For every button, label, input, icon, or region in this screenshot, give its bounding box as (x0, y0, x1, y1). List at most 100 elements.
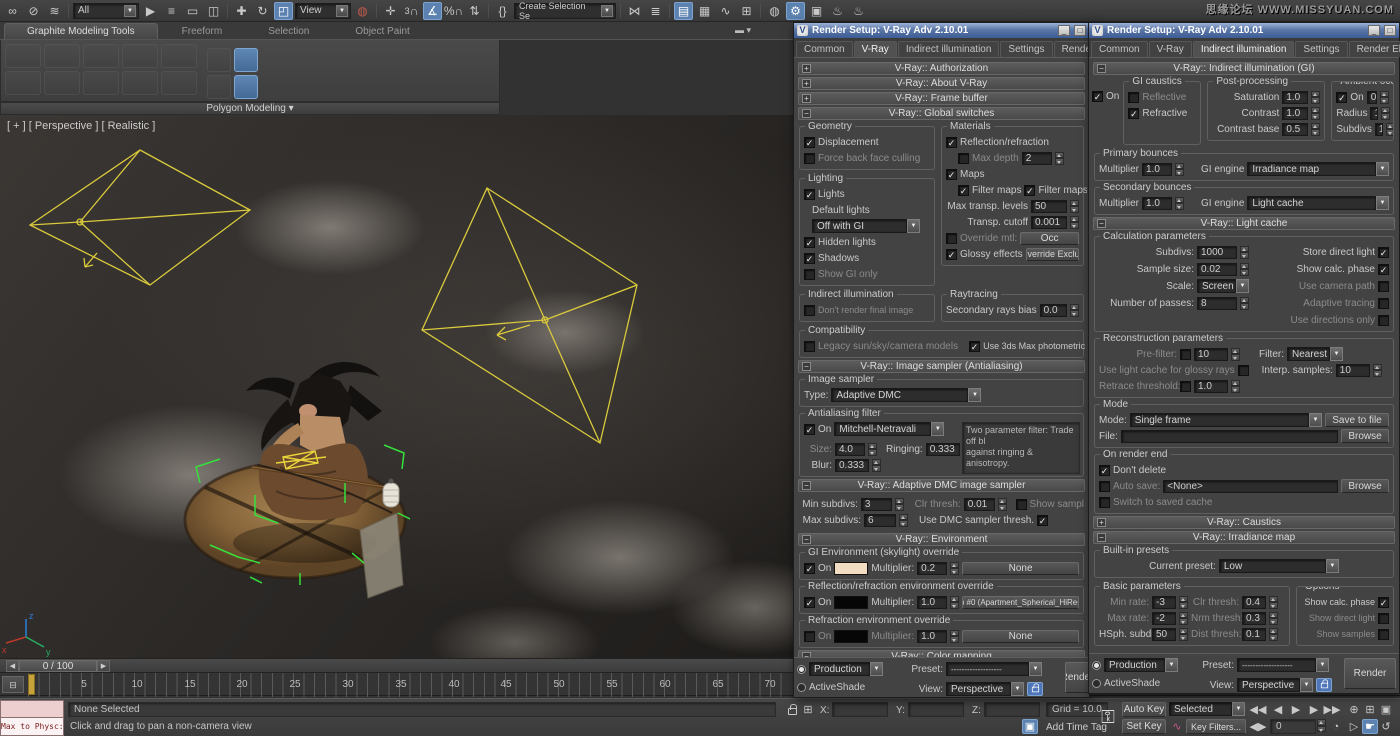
render-setup-icon[interactable]: ⚙ (786, 2, 805, 20)
time-slider[interactable]: ◀ 0 / 100 ▶ (6, 660, 110, 672)
quick-render-icon[interactable]: ♨ (849, 2, 868, 20)
go-to-end-icon[interactable]: ▶▶ (1324, 702, 1340, 717)
ribbon-tool-button[interactable] (207, 75, 231, 99)
current-frame-field[interactable]: 0 (1270, 719, 1316, 734)
spinner[interactable] (1269, 612, 1278, 625)
auto-key-key-icon[interactable]: ⚿ (1095, 704, 1121, 730)
retrace-field[interactable]: 1.0 (1194, 380, 1228, 393)
coord-z-field[interactable] (984, 702, 1040, 717)
tab-settings[interactable]: Settings (1295, 41, 1347, 57)
ribbon-tool-button[interactable] (161, 44, 197, 68)
selection-filter-dropdown[interactable]: All ▼ (73, 3, 139, 19)
ribbon-tab-graphite-modeling-tools[interactable]: Graphite Modeling Tools (4, 23, 158, 39)
rendered-frame-window-icon[interactable]: ▣ (807, 2, 826, 20)
transp-cutoff-field[interactable]: 0.001 (1031, 216, 1067, 229)
reflection-refraction-checkbox[interactable] (946, 137, 957, 148)
rollout-environment[interactable]: −V-Ray:: Environment (798, 533, 1085, 546)
spinner[interactable] (1311, 107, 1320, 120)
rollout-indirect-illumination[interactable]: −V-Ray:: Indirect illumination (GI) (1093, 62, 1395, 75)
ribbon-tool-button[interactable] (161, 71, 197, 95)
ribbon-tool-button-active[interactable] (234, 48, 258, 72)
spinner[interactable] (1175, 197, 1184, 210)
zoom-all-icon[interactable]: ⊞ (1362, 702, 1378, 717)
glossy-effects-checkbox[interactable] (946, 249, 957, 260)
dont-delete-checkbox[interactable] (1099, 465, 1110, 476)
spinner[interactable] (1055, 152, 1064, 165)
set-key-button[interactable]: Set Key (1122, 719, 1166, 734)
view-dropdown[interactable]: Perspective▼ (1237, 678, 1313, 692)
hidden-lights-checkbox[interactable] (804, 237, 815, 248)
spinner[interactable] (1179, 628, 1188, 641)
graphite-ribbon-toggle-icon[interactable]: ▦ (695, 2, 714, 20)
override-mtl-checkbox[interactable] (946, 233, 957, 244)
ribbon-tool-button[interactable] (83, 44, 119, 68)
coord-y-field[interactable] (908, 702, 964, 717)
spinner[interactable] (1070, 304, 1079, 317)
ribbon-tool-button[interactable] (44, 71, 80, 95)
lights-checkbox[interactable] (804, 189, 815, 200)
filter-maps-gi-checkbox[interactable] (1024, 185, 1035, 196)
shadows-checkbox[interactable] (804, 253, 815, 264)
activeshade-radio[interactable] (1092, 679, 1101, 688)
aa-filter-on-checkbox[interactable] (804, 424, 815, 435)
max-depth-field[interactable]: 2 (1022, 152, 1052, 165)
browse-button[interactable]: Browse (1341, 429, 1389, 443)
render-button[interactable]: Render (1065, 662, 1089, 693)
chevron-down-icon[interactable]: ▼ (1309, 413, 1322, 427)
listener-script-row[interactable]: Max to Physc: (0, 718, 64, 736)
secondary-gi-engine-dropdown[interactable]: Light cache▼ (1247, 196, 1389, 210)
production-dropdown[interactable]: Production▼ (809, 662, 883, 676)
chevron-down-icon[interactable]: ▼ (1330, 347, 1343, 361)
zoom-icon[interactable]: ⊕ (1346, 702, 1362, 717)
tab-common[interactable]: Common (796, 41, 853, 57)
ao-on-checkbox[interactable] (1336, 92, 1347, 103)
hsph-subdivs-field[interactable]: 50 (1152, 628, 1176, 641)
select-by-name-icon[interactable]: ≡ (162, 2, 181, 20)
gi-multiplier-field[interactable]: 0.2 (917, 562, 947, 575)
unlink-selection-icon[interactable]: ⊘ (24, 2, 43, 20)
ribbon-tool-button[interactable] (122, 71, 158, 95)
chevron-down-icon[interactable]: ▼ (1376, 162, 1389, 176)
chevron-down-icon[interactable]: ▼ (1236, 279, 1249, 293)
spinner[interactable] (899, 514, 908, 527)
chevron-down-icon[interactable]: ▼ (1316, 658, 1329, 672)
chevron-down-icon[interactable]: ▼ (870, 662, 883, 676)
dont-render-final-image-checkbox[interactable] (804, 305, 815, 316)
sampler-type-dropdown[interactable]: Adaptive DMC▼ (831, 388, 981, 402)
spinner[interactable] (1070, 216, 1079, 229)
spinner[interactable] (1070, 200, 1079, 213)
reference-coordinate-dropdown[interactable]: View ▼ (295, 3, 351, 19)
rollout-caustics[interactable]: +V-Ray:: Caustics (1093, 516, 1395, 529)
close-icon[interactable]: □ (1384, 25, 1396, 36)
clr-thresh-field[interactable]: 0.01 (964, 498, 995, 511)
ribbon-tool-button[interactable] (5, 44, 41, 68)
zoom-extents-icon[interactable]: ▣ (1378, 702, 1394, 717)
select-and-scale-icon[interactable]: ◰ (274, 2, 293, 20)
show-gi-only-checkbox[interactable] (804, 269, 815, 280)
frame-forward-arrow-icon[interactable]: ▶ (97, 660, 110, 672)
minimize-icon[interactable]: _ (1368, 25, 1380, 36)
gi-env-on-checkbox[interactable] (804, 563, 815, 574)
schematic-view-icon[interactable]: ⊞ (737, 2, 756, 20)
chevron-down-icon[interactable]: ▼ (1165, 658, 1178, 672)
spinner[interactable] (1231, 348, 1240, 361)
render-button[interactable]: Render (1344, 658, 1396, 689)
use-camera-path-checkbox[interactable] (1378, 281, 1389, 292)
ringing-field[interactable]: 0.333 (926, 443, 960, 456)
primary-gi-engine-dropdown[interactable]: Irradiance map▼ (1247, 162, 1389, 176)
refl-multiplier-field[interactable]: 1.0 (917, 596, 947, 609)
vray-light-wireframe-left[interactable] (30, 150, 250, 285)
ribbon-minimize-toggle[interactable]: ▬ ▾ (735, 25, 751, 36)
glossy-rays-checkbox[interactable] (1238, 365, 1249, 376)
ribbon-tool-button[interactable] (5, 71, 41, 95)
chevron-down-icon[interactable]: ▼ (1232, 702, 1245, 716)
minimize-icon[interactable]: _ (1058, 25, 1070, 36)
activeshade-radio[interactable] (797, 683, 806, 692)
orbit-icon[interactable]: ↺ (1378, 719, 1394, 734)
curve-editor-icon[interactable]: ∿ (716, 2, 735, 20)
production-dropdown[interactable]: Production▼ (1104, 658, 1178, 672)
ao-amount-field[interactable]: 0.8 (1367, 91, 1377, 104)
previous-frame-icon[interactable]: ◀ (1270, 702, 1286, 717)
spinner[interactable] (1381, 107, 1390, 120)
viewport-label[interactable]: [ + ] [ Perspective ] [ Realistic ] (7, 120, 155, 132)
